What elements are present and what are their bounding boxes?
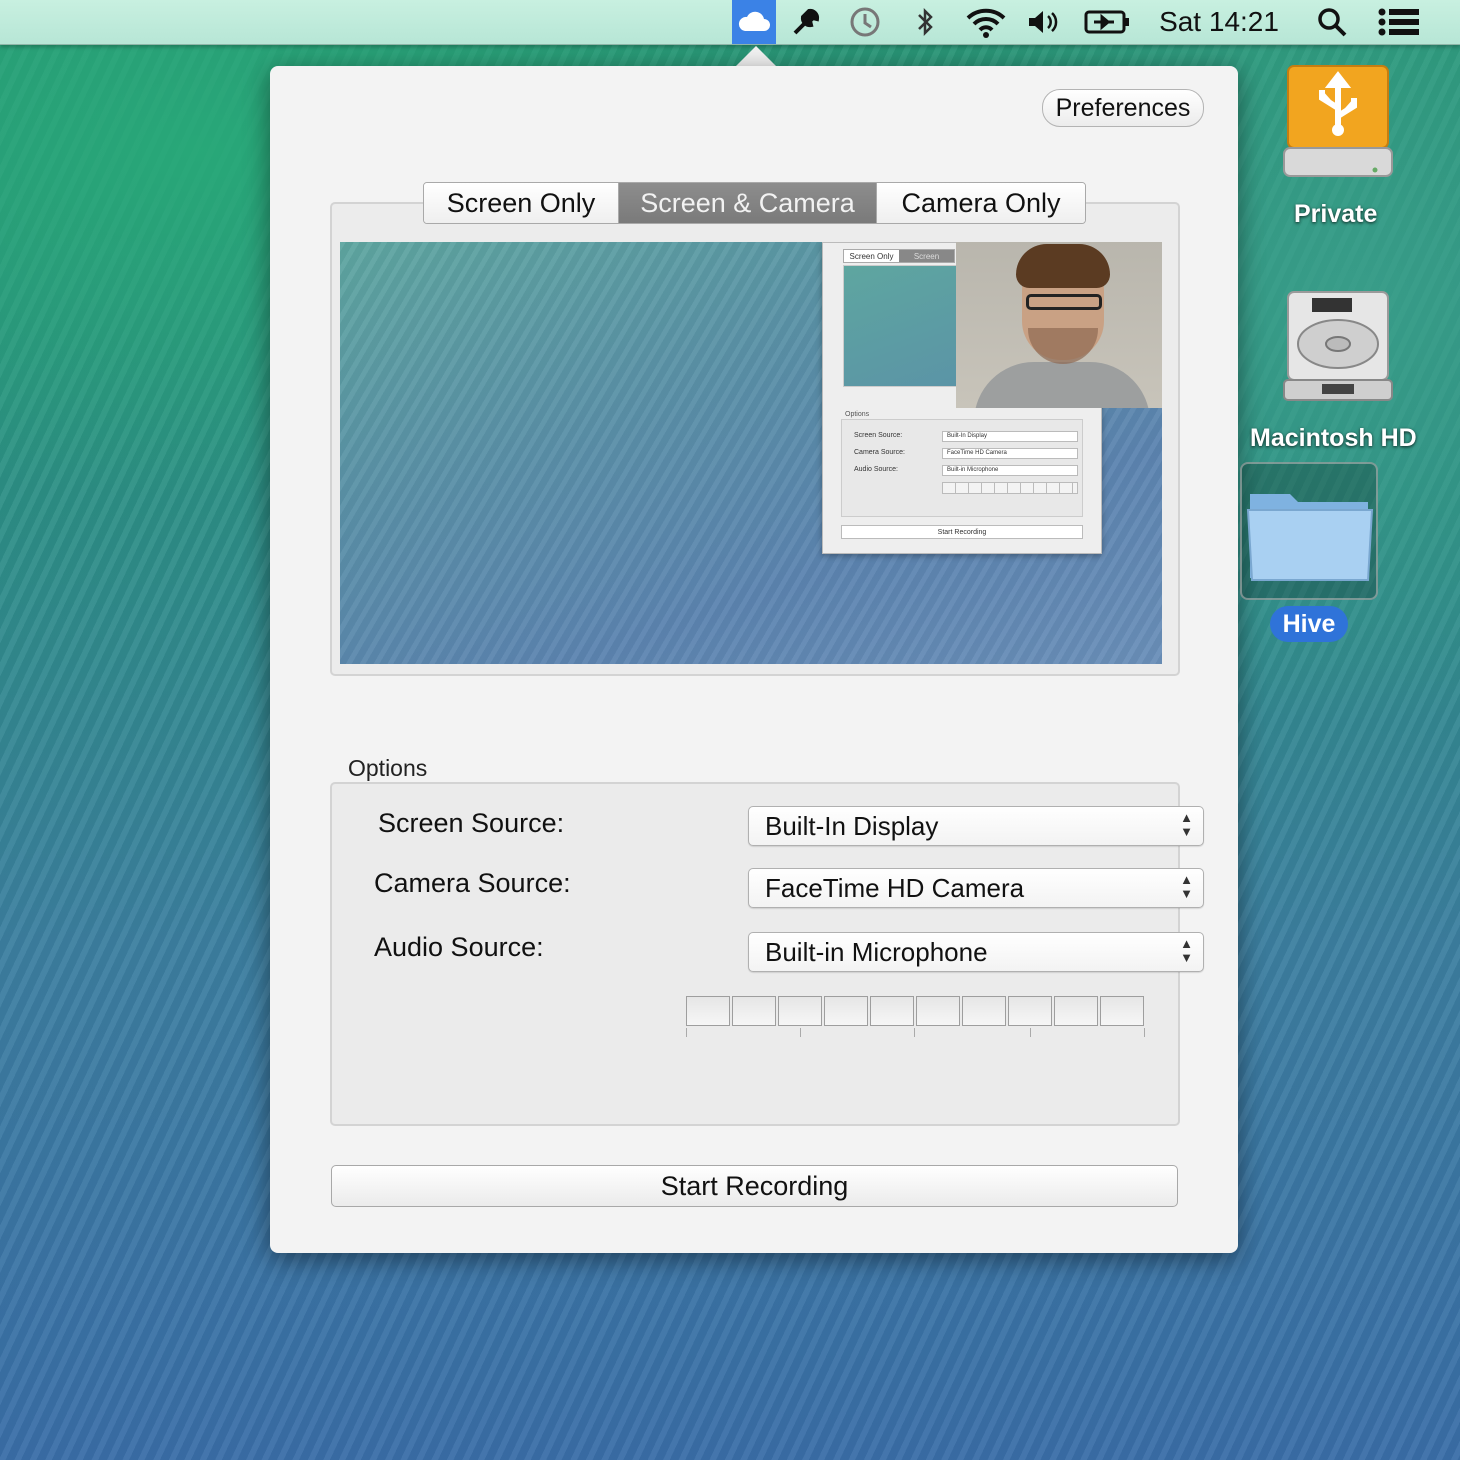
mini-tabs: Screen Only Screen (843, 249, 955, 263)
mini-row-label: Screen Source: (854, 432, 903, 439)
meter-cell (824, 996, 868, 1026)
notification-center-icon[interactable] (1374, 0, 1424, 44)
folder-icon[interactable] (1246, 484, 1374, 587)
spotlight-icon[interactable] (1312, 0, 1352, 44)
person-shirt (974, 362, 1150, 408)
meter-tick (686, 1028, 687, 1037)
meter-cell (1008, 996, 1052, 1026)
bluetooth-icon[interactable] (908, 0, 942, 44)
camera-source-value: FaceTime HD Camera (765, 872, 1025, 903)
wrench-icon[interactable] (786, 0, 826, 44)
meter-tick (914, 1028, 915, 1037)
popup-arrows-icon: ▲ ▼ (1180, 810, 1193, 839)
meter-tick (1030, 1028, 1031, 1037)
desktop-label-private[interactable]: Private (1294, 200, 1377, 229)
popup-arrows-icon: ▲ ▼ (1180, 936, 1193, 965)
options-box: Screen Source: Built-In Display ▲ ▼ Camer… (330, 782, 1204, 1126)
audio-source-label: Audio Source: (374, 932, 544, 962)
popover-arrow (734, 46, 778, 68)
audio-source-popup[interactable]: Built-in Microphone ▲ ▼ (748, 932, 1204, 972)
screen-source-value: Built-In Display (765, 810, 939, 841)
audio-level-meter (686, 996, 1146, 1026)
preview-image: Screen Only Screen Options Screen Source… (340, 242, 1162, 664)
camera-source-popup[interactable]: FaceTime HD Camera ▲ ▼ (748, 868, 1204, 908)
menu-bar: Sat 14:21 (0, 0, 1460, 45)
menubar-clock[interactable]: Sat 14:21 (1148, 0, 1290, 44)
mini-options-label: Options (845, 411, 870, 418)
person-beard (1028, 328, 1098, 364)
mini-level-meter (942, 482, 1078, 494)
mini-row-value: Built-In Display (942, 431, 1078, 442)
mode-segmented-control: Screen Only Screen & Camera Camera Only (423, 182, 1086, 224)
meter-cell (870, 996, 914, 1026)
meter-cell (778, 996, 822, 1026)
tab-screen-only[interactable]: Screen Only (424, 183, 619, 223)
usb-drive-icon[interactable] (1282, 64, 1394, 187)
options-title: Options (348, 755, 428, 781)
meter-cell (1054, 996, 1098, 1026)
battery-icon[interactable] (1082, 0, 1132, 44)
tab-screen-and-camera[interactable]: Screen & Camera (619, 183, 877, 223)
camera-feed (956, 242, 1162, 408)
person-hair (1016, 244, 1110, 288)
meter-cell (916, 996, 960, 1026)
meter-cell (732, 996, 776, 1026)
hard-drive-icon[interactable] (1282, 290, 1394, 409)
audio-source-value: Built-in Microphone (765, 936, 988, 967)
mini-tab-screen-only: Screen Only (849, 251, 894, 261)
screen-source-label: Screen Source: (378, 808, 565, 838)
volume-icon[interactable] (1024, 0, 1062, 44)
mini-start-button: Start Recording (841, 525, 1083, 539)
preferences-button[interactable]: Preferences (1042, 89, 1204, 127)
person-glasses (1026, 294, 1102, 310)
time-machine-icon[interactable] (844, 0, 886, 44)
cloud-icon[interactable] (732, 0, 776, 44)
meter-cell (1100, 996, 1144, 1026)
mini-tab-screen: Screen (899, 250, 954, 262)
mini-row-label: Audio Source: (854, 466, 898, 473)
meter-cell (686, 996, 730, 1026)
meter-ticks (686, 1028, 1146, 1038)
meter-tick (800, 1028, 801, 1037)
desktop-label-macintosh-hd[interactable]: Macintosh HD (1250, 424, 1417, 453)
meter-tick (1144, 1028, 1145, 1037)
tab-camera-only[interactable]: Camera Only (877, 183, 1085, 223)
popup-arrows-icon: ▲ ▼ (1180, 872, 1193, 901)
meter-cell (962, 996, 1006, 1026)
mini-row-value: Built-in Microphone (942, 465, 1078, 476)
desktop-label-hive[interactable]: Hive (1270, 606, 1348, 642)
screen-source-popup[interactable]: Built-In Display ▲ ▼ (748, 806, 1204, 846)
start-recording-button[interactable]: Start Recording (331, 1165, 1178, 1207)
mini-options-box: Screen Source: Built-In Display Camera S… (841, 419, 1083, 517)
camera-source-label: Camera Source: (374, 868, 571, 898)
recording-popover: Preferences Screen Only Screen Options S… (270, 66, 1238, 1253)
mini-row-value: FaceTime HD Camera (942, 448, 1078, 459)
mini-row-label: Camera Source: (854, 449, 905, 456)
wifi-icon[interactable] (962, 0, 1010, 44)
